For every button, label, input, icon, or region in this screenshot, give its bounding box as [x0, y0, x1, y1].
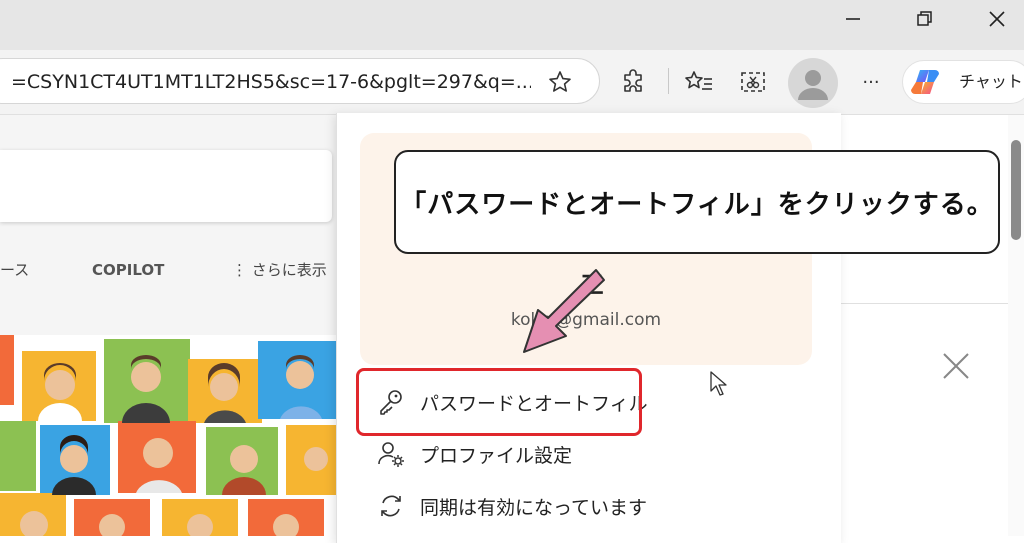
mouse-cursor-icon: [710, 371, 727, 396]
side-panel-divider: [840, 303, 1008, 304]
sync-icon: [374, 489, 408, 523]
highlight-box: [356, 368, 642, 436]
chat-label: チャット: [959, 72, 1023, 91]
extensions-icon[interactable]: [620, 68, 648, 96]
screenshot-icon[interactable]: [738, 68, 768, 96]
profile-settings-icon: [374, 437, 408, 471]
close-icon: [989, 11, 1005, 27]
tab-news[interactable]: ース: [0, 250, 29, 290]
minimize-icon: [846, 18, 860, 20]
page-tabs: ース COPILOT ⋮ さらに表示: [0, 250, 340, 290]
tab-copilot[interactable]: COPILOT: [92, 250, 164, 290]
copilot-icon: [911, 67, 943, 97]
menu-item-label: 同期は有効になっています: [420, 496, 648, 519]
address-bar[interactable]: =CSYN1CT4UT1MT1LT2HS5&sc=17-6&pglt=297&q…: [0, 58, 600, 104]
pointer-arrow-icon: [523, 269, 605, 353]
minimize-button[interactable]: [818, 0, 888, 38]
toolbar-separator: [668, 68, 669, 94]
people-collage-image: [0, 335, 340, 536]
more-icon[interactable]: ···: [856, 68, 886, 96]
favorites-icon[interactable]: [684, 68, 714, 96]
menu-item-sync[interactable]: 同期は有効になっています: [360, 481, 820, 531]
instruction-callout: 「パスワードとオートフィル」をクリックする。: [394, 150, 1000, 254]
menu-item-profile-settings[interactable]: プロファイル設定: [360, 429, 820, 479]
copilot-chat-button[interactable]: チャット: [902, 60, 1024, 104]
search-card[interactable]: [0, 150, 332, 222]
restore-button[interactable]: [890, 0, 960, 38]
restore-icon: [917, 11, 932, 26]
avatar[interactable]: [788, 58, 838, 108]
tab-more[interactable]: ⋮ さらに表示: [232, 250, 327, 290]
scrollbar-thumb[interactable]: [1011, 140, 1021, 240]
instruction-text: 「パスワードとオートフィル」をクリックする。: [400, 189, 994, 220]
url-text[interactable]: =CSYN1CT4UT1MT1LT2HS5&sc=17-6&pglt=297&q…: [11, 59, 531, 105]
close-panel-button[interactable]: [938, 348, 974, 384]
close-window-button[interactable]: [962, 0, 1024, 38]
close-icon: [943, 353, 969, 379]
star-icon[interactable]: [547, 69, 573, 95]
menu-item-label: プロファイル設定: [420, 444, 573, 467]
